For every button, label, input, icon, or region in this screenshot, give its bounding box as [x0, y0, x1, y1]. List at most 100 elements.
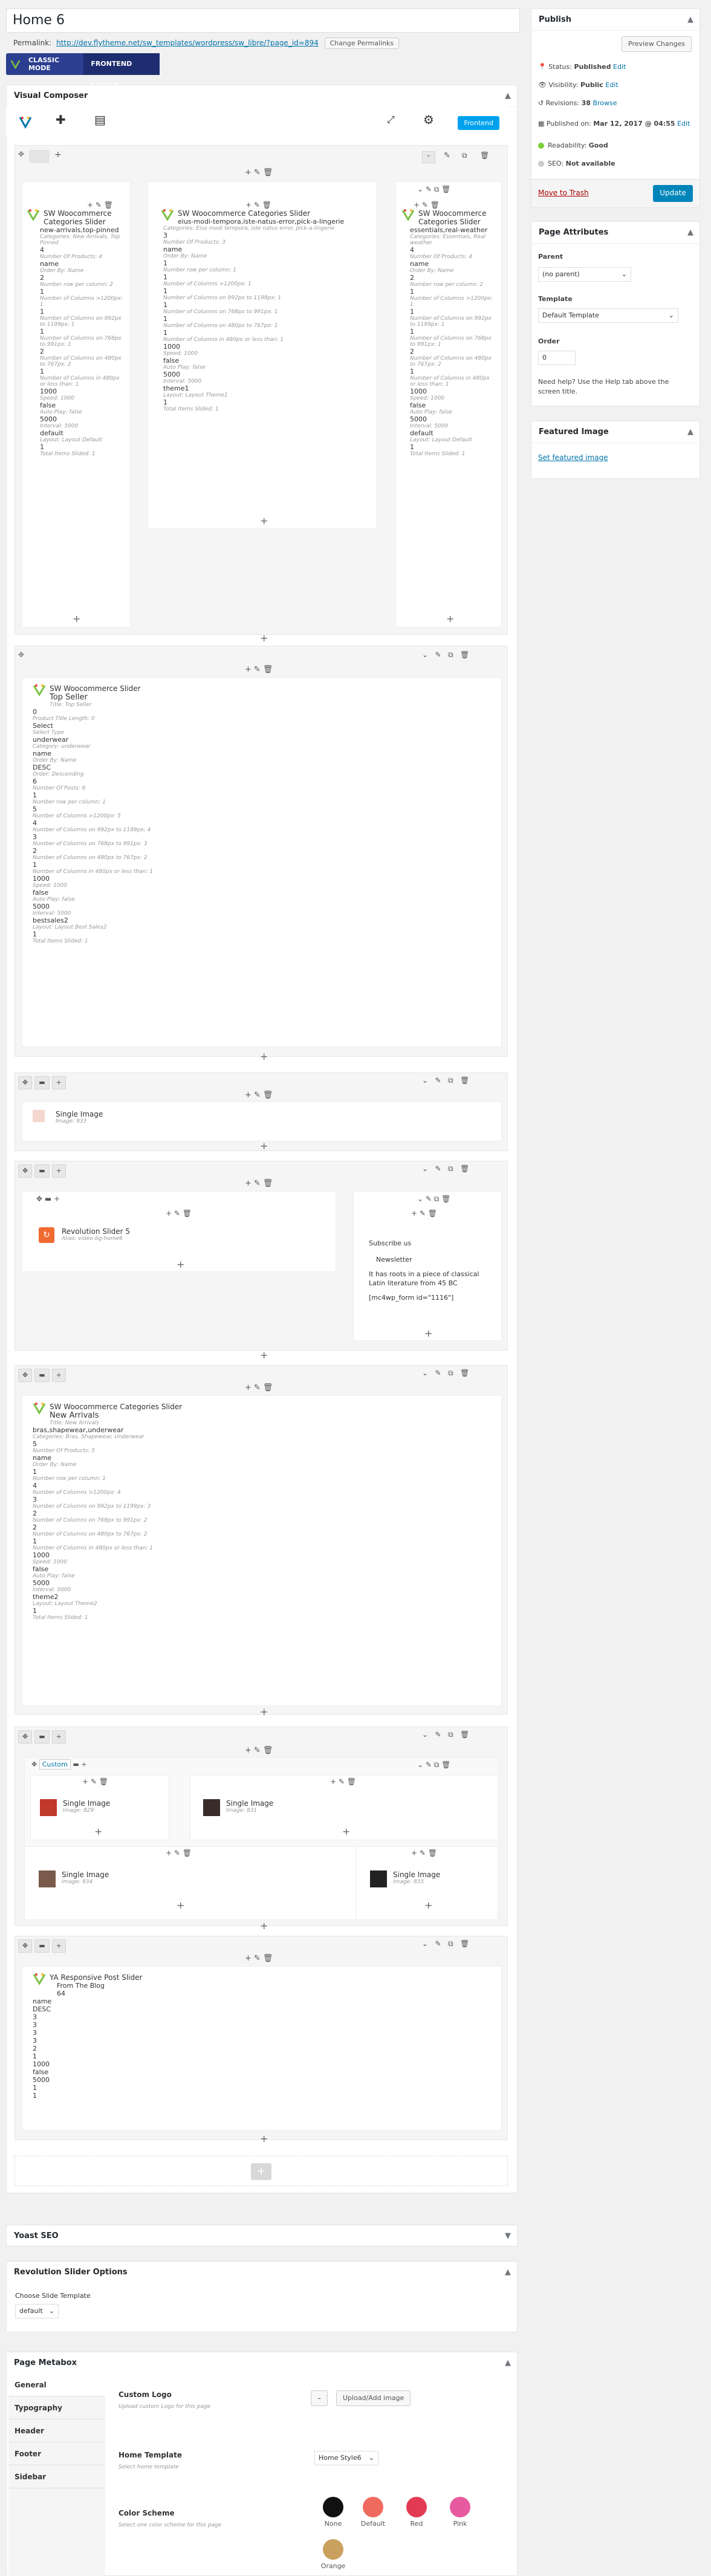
- upload-image-button[interactable]: Upload/Add image: [336, 2390, 411, 2406]
- column-1-controls[interactable]: ✥ ▬ +: [36, 1195, 60, 1203]
- remove-logo-button[interactable]: –: [311, 2390, 328, 2406]
- element-controls[interactable]: + ✎ 🗑: [87, 201, 113, 209]
- row3-right-controls[interactable]: ⌄ ✎ ⧉ 🗑: [422, 1076, 469, 1085]
- element-controls[interactable]: + ✎ 🗑: [82, 1777, 108, 1786]
- collapse-icon[interactable]: ▲: [687, 9, 693, 31]
- add-element-icon[interactable]: +: [260, 1920, 268, 1932]
- categories-slider-element-4[interactable]: SW Woocommerce Categories Slider New Arr…: [33, 1401, 335, 1621]
- element-controls[interactable]: + ✎ 🗑: [414, 201, 440, 209]
- drag-handle-icon[interactable]: ✥: [18, 150, 24, 158]
- fullscreen-icon[interactable]: ⤢: [387, 114, 395, 126]
- inner-row-controls[interactable]: ✥ Custom ▬ +: [31, 1759, 86, 1770]
- template-select[interactable]: Default Template ⌄: [538, 308, 678, 323]
- add-element-icon[interactable]: +: [260, 1051, 268, 1062]
- inner-row-right-controls[interactable]: ⌄ ✎ ⧉ 🗑: [417, 1760, 450, 1770]
- single-image-element[interactable]: Single Image Image: 835: [370, 1870, 440, 1887]
- row6-left-controls[interactable]: ✥ ▬ +: [18, 1730, 66, 1744]
- collapse-icon[interactable]: ▲: [687, 222, 693, 244]
- preview-changes-button[interactable]: Preview Changes: [622, 36, 692, 52]
- collapse-icon[interactable]: ▲: [505, 2262, 511, 2283]
- update-button[interactable]: Update: [653, 185, 693, 202]
- edit-row-icon[interactable]: ✎: [444, 151, 450, 160]
- row6-right-controls[interactable]: ⌄ ✎ ⧉ 🗑: [422, 1730, 469, 1739]
- add-element-icon[interactable]: ✚: [56, 112, 66, 127]
- collapse-icon[interactable]: ▲: [505, 2352, 511, 2374]
- row2-right-controls[interactable]: ⌄ ✎ ⧉ 🗑: [422, 650, 469, 660]
- tab-footer[interactable]: Footer: [8, 2442, 105, 2465]
- text-block-element[interactable]: Subscribe us Newsletter It has roots in …: [369, 1239, 490, 1302]
- add-to-column-icon[interactable]: +: [73, 613, 80, 625]
- edit-visibility-link[interactable]: Edit: [605, 81, 618, 89]
- title-input[interactable]: Home 6: [6, 8, 520, 33]
- color-swatch-pink[interactable]: [450, 2497, 470, 2517]
- categories-slider-element-1[interactable]: + ✎ 🗑 SW Woocommerce Categories Slider n…: [27, 201, 129, 457]
- color-swatch-default[interactable]: [363, 2497, 383, 2517]
- single-image-element[interactable]: Single Image Image: 933: [33, 1110, 103, 1124]
- single-image-element[interactable]: Single Image Image: 829: [40, 1799, 110, 1816]
- parent-select[interactable]: (no parent) ⌄: [538, 267, 631, 282]
- frontend-button[interactable]: Frontend: [458, 116, 499, 130]
- row3-center-controls[interactable]: +✎🗑: [245, 1091, 275, 1100]
- custom-tab[interactable]: Custom: [39, 1759, 71, 1770]
- tab-general[interactable]: General: [8, 2373, 105, 2396]
- add-element-icon[interactable]: +: [260, 1349, 268, 1361]
- post-slider-element[interactable]: YA Responsive Post Slider From The Blog …: [33, 1972, 214, 2100]
- collapse-icon[interactable]: ▲: [687, 421, 693, 443]
- column-3-controls[interactable]: ⌄ ✎ ⧉ 🗑: [417, 185, 450, 194]
- row7-left-controls[interactable]: ✥ ▬ +: [18, 1939, 66, 1953]
- row7-right-controls[interactable]: ⌄ ✎ ⧉ 🗑: [422, 1939, 469, 1948]
- add-to-column-icon[interactable]: +: [424, 1900, 432, 1911]
- row2-center-controls[interactable]: +✎🗑: [245, 665, 275, 674]
- frontend-editor-button[interactable]: FRONTEND EDITOR: [83, 53, 160, 89]
- tab-sidebar[interactable]: Sidebar: [8, 2465, 105, 2488]
- revolution-slider-element[interactable]: ↻ Revolution Slider 5 Alias: video-bg-ho…: [39, 1227, 130, 1243]
- add-row-button[interactable]: +: [251, 2163, 271, 2180]
- add-to-column-icon[interactable]: +: [177, 1259, 184, 1270]
- order-input[interactable]: 0: [538, 351, 576, 365]
- layout-button[interactable]: [29, 150, 50, 163]
- permalink-url[interactable]: http://dev.flytheme.net/sw_templates/wor…: [56, 39, 319, 47]
- add-element-icon[interactable]: +: [260, 1706, 268, 1718]
- color-swatch-orange[interactable]: [323, 2539, 343, 2560]
- add-to-column-icon[interactable]: +: [177, 1900, 184, 1911]
- settings-gear-icon[interactable]: ⚙: [423, 112, 434, 127]
- row4-center-controls[interactable]: +✎🗑: [245, 1179, 275, 1188]
- set-featured-image-link[interactable]: Set featured image: [538, 453, 608, 462]
- element-controls[interactable]: + ✎ 🗑: [166, 1209, 192, 1218]
- home-template-select[interactable]: Home Style6 ⌄: [314, 2451, 378, 2465]
- vc-logo-icon[interactable]: [18, 115, 33, 129]
- woocommerce-slider-element[interactable]: SW Woocommerce Slider Top Seller Title: …: [33, 683, 335, 944]
- row5-left-controls[interactable]: ✥ ▬ +: [18, 1369, 66, 1382]
- browse-revisions-link[interactable]: Browse: [592, 99, 617, 107]
- slide-template-select[interactable]: default ⌄: [15, 2304, 59, 2318]
- edit-status-link[interactable]: Edit: [613, 63, 626, 71]
- element-controls[interactable]: + ✎ 🗑: [245, 201, 271, 209]
- classic-mode-button[interactable]: CLASSIC MODE: [21, 56, 83, 72]
- add-column-icon[interactable]: +: [54, 150, 62, 160]
- single-image-element[interactable]: Single Image Image: 834: [39, 1870, 109, 1887]
- categories-slider-element-2[interactable]: + ✎ 🗑 SW Woocommerce Categories Slider e…: [161, 201, 372, 412]
- edit-date-link[interactable]: Edit: [677, 120, 690, 128]
- row4-left-controls[interactable]: ✥ ▬ +: [18, 1164, 66, 1178]
- color-swatch-red[interactable]: [406, 2497, 427, 2517]
- row5-center-controls[interactable]: +✎🗑: [245, 1383, 275, 1392]
- clone-row-icon[interactable]: ⧉: [462, 151, 467, 160]
- row6-center-controls[interactable]: +✎🗑: [245, 1746, 275, 1755]
- add-to-column-icon[interactable]: +: [260, 515, 268, 527]
- expand-icon[interactable]: ▼: [505, 2225, 511, 2247]
- color-swatch-none[interactable]: [323, 2497, 343, 2517]
- add-to-column-icon[interactable]: +: [94, 1826, 102, 1837]
- element-controls[interactable]: + ✎ 🗑: [166, 1849, 192, 1857]
- delete-row-icon[interactable]: 🗑: [480, 151, 489, 160]
- row-toggle-icon[interactable]: ⌄: [422, 151, 435, 163]
- add-to-column-icon[interactable]: +: [342, 1826, 350, 1837]
- template-icon[interactable]: ▤: [94, 112, 106, 127]
- single-image-element[interactable]: Single Image Image: 831: [203, 1799, 273, 1816]
- add-element-icon[interactable]: +: [260, 1140, 268, 1152]
- element-controls[interactable]: + ✎ 🗑: [411, 1209, 437, 1218]
- change-permalinks-button[interactable]: Change Permalinks: [324, 37, 400, 49]
- add-element-icon[interactable]: +: [260, 632, 268, 644]
- row4-right-controls[interactable]: ⌄ ✎ ⧉ 🗑: [422, 1164, 469, 1173]
- add-element-icon[interactable]: +: [260, 2133, 268, 2144]
- row7-center-controls[interactable]: +✎🗑: [245, 1954, 275, 1963]
